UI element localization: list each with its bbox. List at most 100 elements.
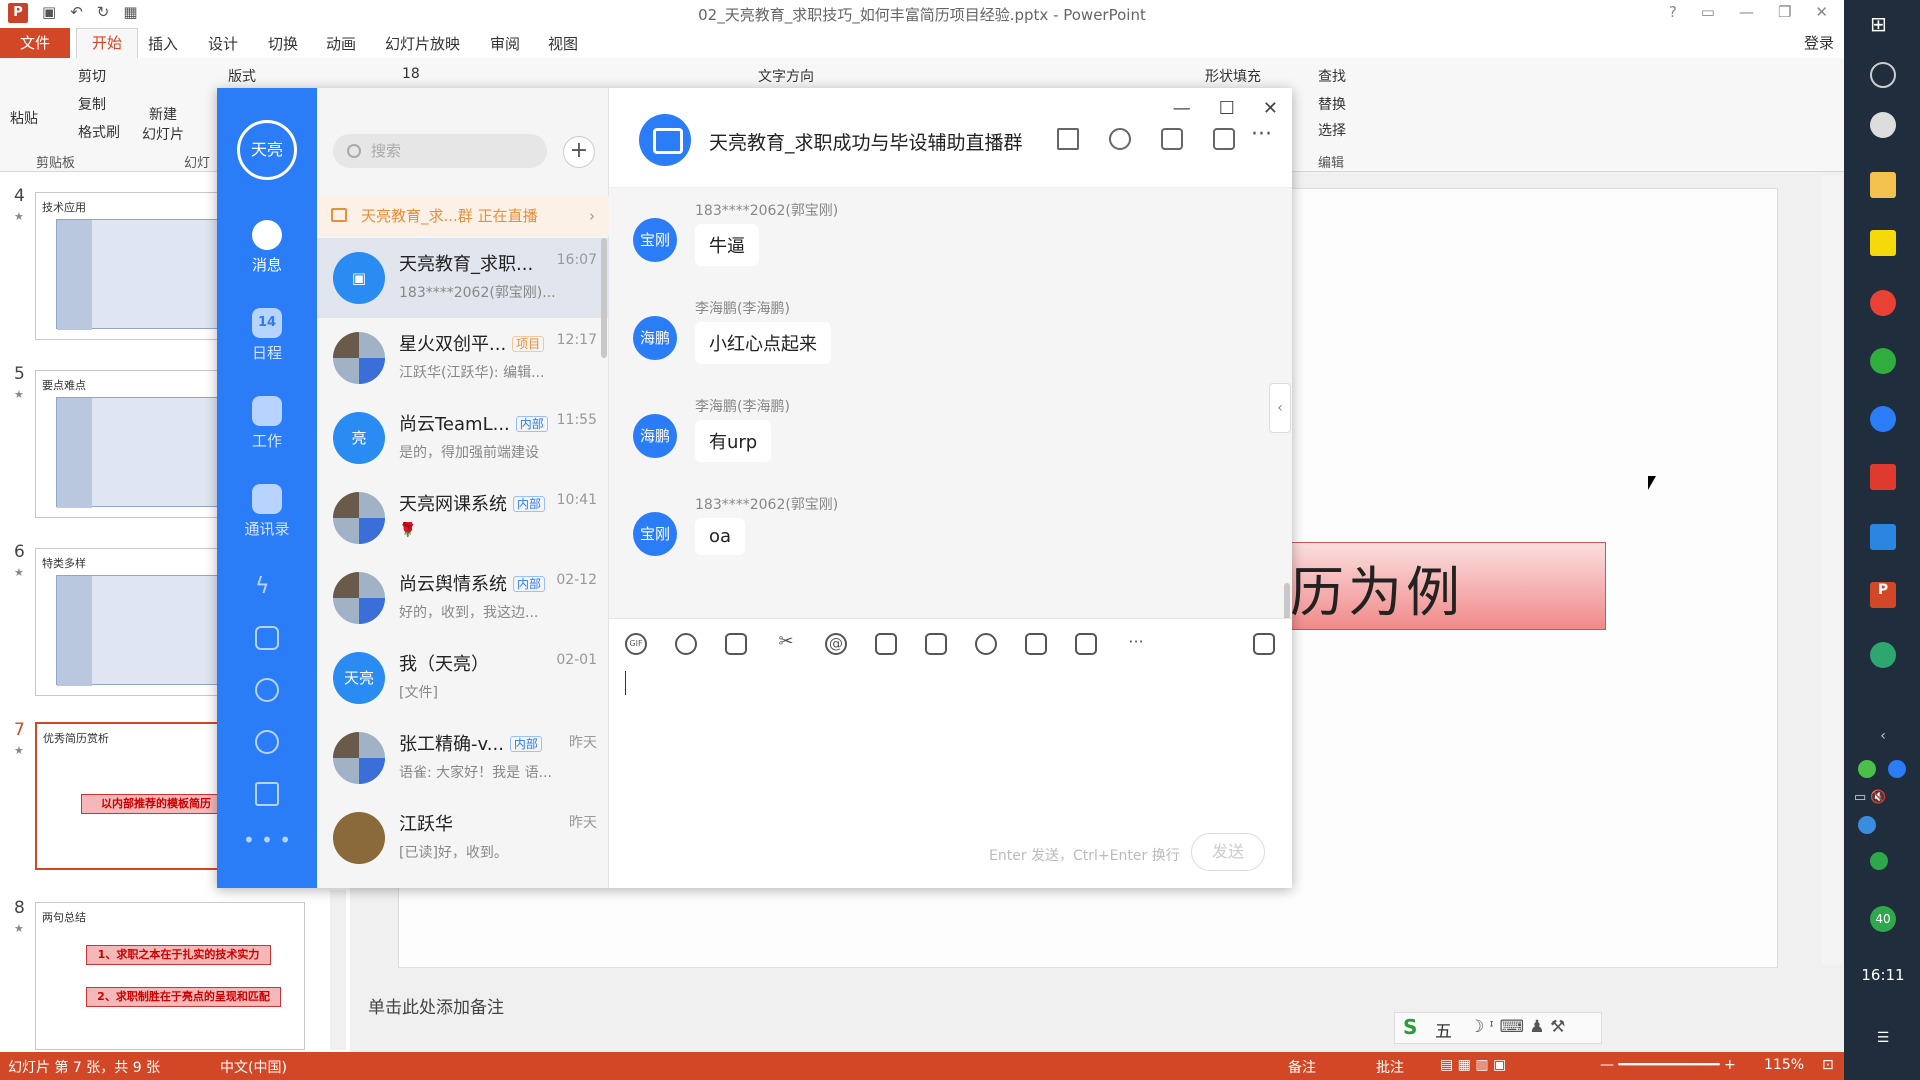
cut-button[interactable]: 剪切 — [78, 66, 106, 86]
call-icon[interactable] — [975, 633, 997, 655]
slide-thumbnail-8[interactable]: 两句总结 1、求职之本在于扎实的技术实力 2、求职制胜在于亮点的呈现和匹配 — [35, 902, 305, 1050]
conversation-item[interactable]: 江跃华 昨天 [已读]好，收到。 — [317, 798, 609, 878]
slide-thumbnail-7[interactable]: 优秀简历赏析 以内部推荐的模板简历 — [35, 722, 225, 870]
thumbs-up-icon[interactable] — [725, 633, 747, 655]
conversation-item[interactable]: 尚云舆情系统 内部 02-12 好的，收到，我这边... — [317, 558, 609, 638]
minimize-icon[interactable]: — — [1173, 98, 1191, 119]
send-button[interactable]: 发送 — [1191, 833, 1265, 871]
copy-button[interactable]: 复制 — [78, 94, 106, 114]
slide-thumbnail-4[interactable]: 技术应用 — [35, 192, 225, 340]
collapse-panel-button[interactable]: ‹ — [1269, 383, 1291, 433]
mention-icon[interactable]: @ — [825, 633, 847, 655]
phone-icon[interactable] — [255, 678, 279, 702]
more-tools-icon[interactable]: ··· — [1125, 633, 1147, 655]
close-icon[interactable]: ✕ — [1815, 3, 1828, 21]
message-bubble[interactable]: 有urp — [695, 420, 772, 462]
search-icon[interactable] — [1870, 62, 1896, 88]
conversation-item[interactable]: 天亮网课系统 内部 10:41 🌹 — [317, 478, 609, 558]
add-button[interactable]: + — [563, 136, 595, 168]
font-size-box[interactable]: 18 — [402, 66, 420, 82]
sogou-tray-icon[interactable] — [1870, 852, 1888, 870]
nav-messages[interactable]: 消息 — [217, 220, 317, 275]
message-bubble[interactable]: 牛逼 — [695, 224, 759, 266]
login-link[interactable]: 登录 — [1804, 32, 1834, 53]
help-icon[interactable]: ? — [1669, 3, 1677, 21]
tab-design[interactable]: 设计 — [208, 33, 238, 54]
message-bubble[interactable]: oa — [695, 518, 746, 555]
tab-review[interactable]: 审阅 — [490, 33, 520, 54]
sender-avatar[interactable]: 宝刚 — [633, 512, 677, 556]
chrome-icon[interactable] — [1870, 290, 1896, 316]
slide-thumbnail-6[interactable]: 特类多样 — [35, 548, 225, 696]
more-options-icon[interactable]: ··· — [1251, 122, 1272, 147]
tab-animations[interactable]: 动画 — [326, 33, 356, 54]
ime-toolbar[interactable]: S 五 ☽ ᶦ ⌨ ♟ ⚒ — [1394, 1012, 1602, 1044]
expand-icon[interactable] — [1253, 633, 1275, 655]
zoom-level[interactable]: 115% — [1764, 1057, 1804, 1073]
gif-icon[interactable]: GIF — [625, 633, 647, 655]
tab-home[interactable]: 开始 — [76, 28, 138, 58]
cloud-icon[interactable] — [255, 730, 279, 754]
nav-calendar[interactable]: 14 日程 — [217, 308, 317, 363]
message-input[interactable] — [609, 663, 1292, 823]
select-button[interactable]: 选择 — [1318, 120, 1346, 140]
emoji-icon[interactable] — [675, 633, 697, 655]
paste-button[interactable]: 粘贴 — [10, 108, 38, 128]
mail-icon[interactable] — [255, 782, 279, 806]
tab-insert[interactable]: 插入 — [148, 33, 178, 54]
zoom-slider[interactable]: — ━━━━━━━━━━━━ + — [1600, 1057, 1736, 1073]
search-input[interactable]: 搜索 — [333, 134, 547, 168]
folder-icon[interactable] — [1161, 128, 1183, 150]
windows-start-icon[interactable]: ⊞ — [1870, 12, 1896, 38]
sender-avatar[interactable]: 海鹏 — [633, 414, 677, 458]
new-slide-button[interactable]: 新建 幻灯片 — [142, 104, 184, 144]
history-icon[interactable] — [1109, 128, 1131, 150]
notes-placeholder[interactable]: 单击此处添加备注 — [368, 993, 504, 1018]
layout-button[interactable]: 版式 — [228, 66, 256, 86]
format-painter-button[interactable]: 格式刷 — [78, 122, 120, 142]
text-direction-button[interactable]: 文字方向 — [758, 66, 814, 86]
file-explorer-icon[interactable] — [1870, 172, 1896, 198]
notes-button[interactable]: 备注 — [1288, 1057, 1316, 1077]
minimize-icon[interactable]: — — [1739, 3, 1754, 21]
slide-vertical-scrollbar[interactable] — [1822, 175, 1842, 965]
thumbnails-scrollbar[interactable] — [330, 890, 346, 1050]
sender-avatar[interactable]: 宝刚 — [633, 218, 677, 262]
fit-slide-icon[interactable]: ⊡ — [1822, 1057, 1834, 1073]
conversation-item[interactable]: 张工精确-v... 内部 昨天 语雀: 大家好！我是 语... — [317, 718, 609, 798]
conversation-item[interactable]: 天亮 我（天亮） 02-01 [文件] — [317, 638, 609, 718]
live-banner[interactable]: 天亮教育_求...群 正在直播 › — [317, 196, 609, 236]
more-icon[interactable]: • • • — [217, 828, 317, 852]
tab-file[interactable]: 文件 — [0, 28, 70, 58]
notification-badge[interactable]: 40 — [1870, 906, 1896, 932]
shape-fill-button[interactable]: 形状填充 — [1205, 66, 1261, 86]
message-scrollbar[interactable] — [1284, 583, 1290, 623]
ribbon-display-icon[interactable]: ▭ — [1701, 3, 1715, 21]
user-avatar[interactable]: 天亮 — [237, 120, 297, 180]
message-bubble[interactable]: 小红心点起来 — [695, 322, 831, 364]
dingtalk-tray-icon[interactable] — [1888, 760, 1906, 778]
app-icon[interactable] — [1870, 112, 1896, 138]
wechat-tray-icon[interactable] — [1858, 760, 1876, 778]
group-name[interactable]: 天亮教育_求职成功与毕设辅助直播群 — [709, 128, 1023, 155]
slide-thumbnail-5[interactable]: 要点难点 — [35, 370, 225, 518]
replace-button[interactable]: 替换 — [1318, 94, 1346, 114]
chevron-left-icon[interactable]: ‹ — [1870, 728, 1896, 754]
view-buttons-icon[interactable]: ▤ ▦ ▥ ▣ — [1440, 1057, 1506, 1073]
lightning-icon[interactable]: ϟ — [255, 574, 279, 599]
live-video-icon[interactable] — [1213, 128, 1235, 150]
sticky-notes-icon[interactable] — [1870, 230, 1896, 256]
app-teal-icon[interactable] — [1870, 642, 1896, 668]
restore-icon[interactable]: ❐ — [1778, 3, 1791, 21]
conversation-item[interactable]: 亮 尚云TeamL... 内部 11:55 是的，得加强前端建设 — [317, 398, 609, 478]
video-icon[interactable] — [1025, 633, 1047, 655]
tray-app-icon[interactable] — [1858, 816, 1876, 834]
ding-icon[interactable] — [925, 633, 947, 655]
nav-work[interactable]: 工作 — [217, 396, 317, 451]
video-app-icon[interactable] — [1870, 524, 1896, 550]
app-red-icon[interactable] — [1870, 464, 1896, 490]
battery-volume-icon[interactable]: ▭ 🔇 — [1854, 790, 1914, 816]
conversation-scrollbar[interactable] — [601, 238, 607, 358]
system-clock[interactable]: 16:11 — [1848, 966, 1918, 984]
scissors-icon[interactable]: ✂ — [775, 633, 797, 655]
